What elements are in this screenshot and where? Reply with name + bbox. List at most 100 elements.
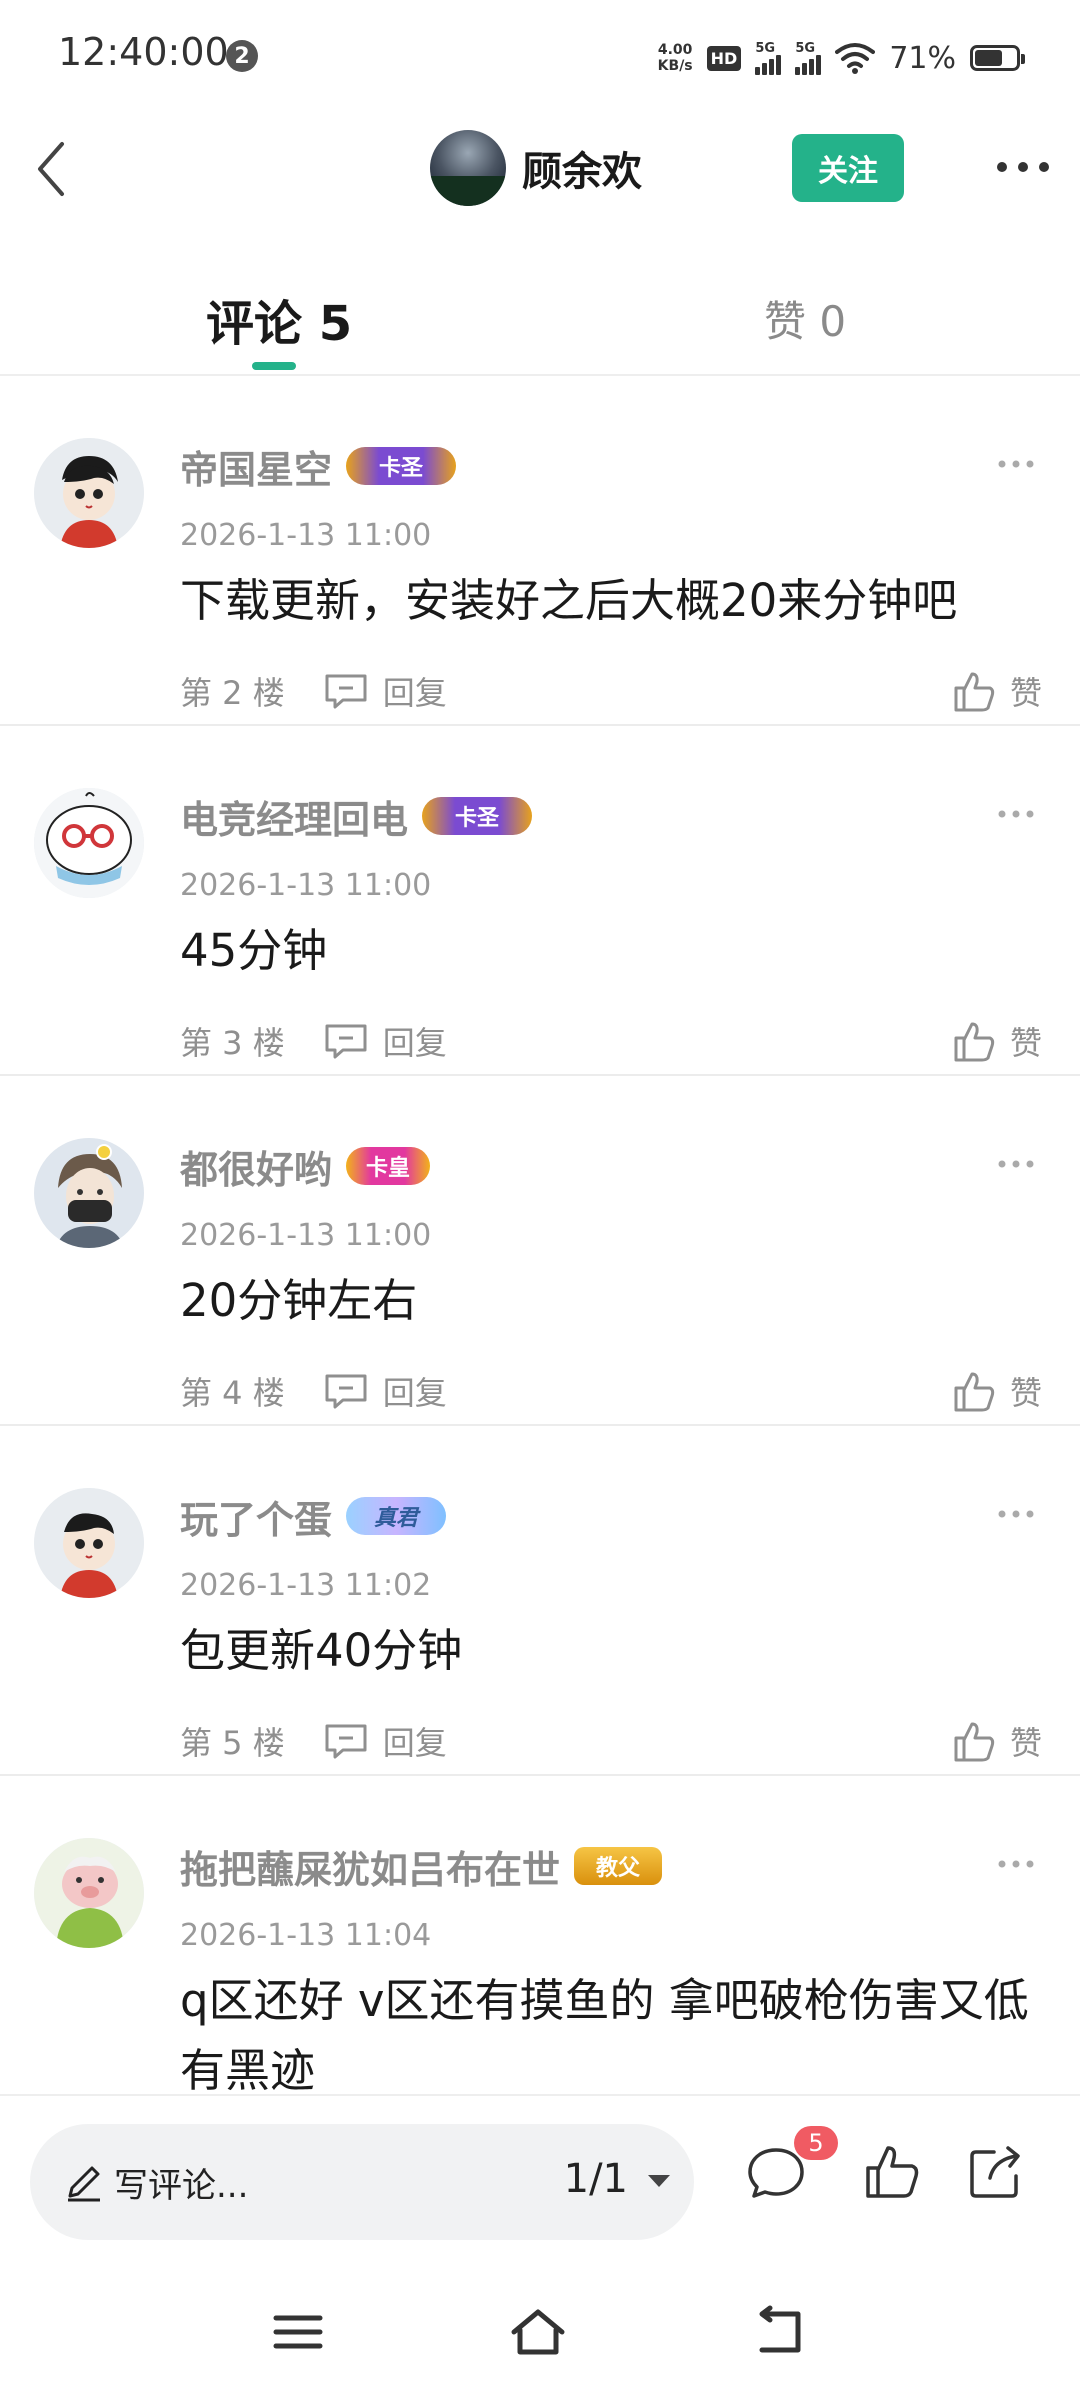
comment-text: 下载更新，安装好之后大概20来分钟吧 [180,574,958,627]
reply-button[interactable]: 回复 [323,1018,447,1064]
like-button[interactable]: 赞 [952,1368,1042,1414]
bottom-action-bar: 写评论... 1/1 5 [0,2094,1080,2266]
commenter-avatar[interactable] [34,1488,144,1598]
system-nav-bar [0,2264,1080,2400]
comment-count-badge: 5 [794,2126,838,2160]
reply-label: 回复 [382,1374,447,1412]
net-speed-value: 4.00 [657,42,693,58]
net-speed-unit: KB/s [657,58,693,74]
commenter-avatar[interactable] [34,1138,144,1248]
comment-item: 电竞经理回电 卡圣 2026-1-13 11:00 45分钟 第 3 楼 回复 … [0,726,1080,1076]
like-label: 赞 [1009,1024,1042,1062]
caret-down-icon[interactable] [646,2172,672,2190]
level-badge: 真君 [346,1497,447,1535]
like-label: 赞 [1009,1374,1042,1412]
net-speed: 4.00 KB/s [658,42,693,74]
signal-icon: 5G [755,41,782,75]
comment-time: 2026-1-13 11:00 [180,868,432,903]
comment-text: 45分钟 [180,924,328,977]
commenter-avatar[interactable] [34,438,144,548]
like-label: 赞 [1009,1724,1042,1762]
commenter-name[interactable]: 帝国星空 [180,439,332,494]
comment-more-icon[interactable] [998,1856,1034,1872]
level-badge: 卡圣 [422,797,533,835]
comment-input[interactable]: 写评论... 1/1 [30,2124,694,2240]
comment-time: 2026-1-13 11:00 [180,518,432,553]
author-name[interactable]: 顾余欢 [522,139,642,197]
floor-number: 第 2 楼 [180,674,285,712]
reply-label: 回复 [382,674,447,712]
notification-badge: 2 [226,40,258,72]
reply-button[interactable]: 回复 [323,1718,447,1764]
battery-fill [975,50,1003,66]
comment-time: 2026-1-13 11:00 [180,1218,432,1253]
floor-number: 第 3 楼 [180,1024,285,1062]
back-button[interactable] [22,134,82,204]
level-badge: 卡圣 [346,447,457,485]
comment-time: 2026-1-13 11:02 [180,1568,432,1603]
comment-item: 拖把蘸屎犹如吕布在世 教父 2026-1-13 11:04 q区还好 v区还有摸… [0,1776,1080,2092]
header: 顾余欢 关注 [0,116,1080,220]
like-label: 赞 [1009,674,1042,712]
share-icon[interactable] [964,2140,1028,2204]
home-icon[interactable] [508,2304,568,2360]
commenter-name[interactable]: 拖把蘸屎犹如吕布在世 [180,1839,560,1894]
reply-label: 回复 [382,1024,447,1062]
wifi-icon [835,43,876,74]
comment-more-icon[interactable] [998,1156,1034,1172]
status-time: 12:40:00 [58,30,229,74]
reply-icon [325,1724,367,1759]
page-indicator[interactable]: 1/1 [564,2156,628,2202]
reply-button[interactable]: 回复 [323,668,447,714]
tab-active-indicator [252,362,296,370]
tab-bar: 评论 5 赞 0 [0,260,1080,376]
thumbs-up-icon [954,672,995,712]
comment-more-icon[interactable] [998,456,1034,472]
reply-label: 回复 [382,1724,447,1762]
commenter-name[interactable]: 都很好哟 [180,1139,332,1194]
level-badge: 教父 [574,1847,663,1885]
tab-comments[interactable]: 评论 5 [206,284,352,354]
menu-icon[interactable] [268,2304,328,2360]
reply-button[interactable]: 回复 [323,1368,447,1414]
signal-icon: 5G [795,41,822,75]
tab-likes[interactable]: 赞 0 [764,288,846,349]
back-nav-icon[interactable] [750,2304,810,2360]
comment-list[interactable]: 帝国星空 卡圣 2026-1-13 11:00 下载更新，安装好之后大概20来分… [0,376,1080,2092]
comment-input-placeholder: 写评论... [114,2166,249,2206]
comment-text: 包更新40分钟 [180,1624,463,1677]
like-button[interactable]: 赞 [952,1018,1042,1064]
commenter-avatar[interactable] [34,788,144,898]
status-bar: 12:40:00 2 4.00 KB/s HD 5G 5G 71% [0,0,1080,116]
author-info[interactable]: 顾余欢 [430,128,642,208]
comment-time: 2026-1-13 11:04 [180,1918,432,1953]
thumbs-up-icon[interactable] [860,2140,924,2204]
battery-percent: 71% [889,40,956,76]
signal-label: 5G [795,41,816,56]
commenter-name[interactable]: 玩了个蛋 [180,1489,332,1544]
comment-text: q区还好 v区还有摸鱼的 拿吧破枪伤害又低有黑迹 [180,1974,1029,2092]
thumbs-up-icon [954,1372,995,1412]
thumbs-up-icon [954,1722,995,1762]
commenter-avatar[interactable] [34,1838,144,1948]
comment-item: 都很好哟 卡皇 2026-1-13 11:00 20分钟左右 第 4 楼 回复 … [0,1076,1080,1426]
author-avatar[interactable] [430,130,506,206]
like-button[interactable]: 赞 [952,668,1042,714]
comment-item: 帝国星空 卡圣 2026-1-13 11:00 下载更新，安装好之后大概20来分… [0,376,1080,726]
pen-icon [68,2166,100,2202]
comment-text: 20分钟左右 [180,1274,418,1327]
reply-icon [325,1374,367,1409]
more-options-icon[interactable] [996,152,1050,182]
comment-item: 玩了个蛋 真君 2026-1-13 11:02 包更新40分钟 第 5 楼 回复… [0,1426,1080,1776]
commenter-name[interactable]: 电竞经理回电 [180,789,408,844]
reply-icon [325,674,367,709]
signal-label: 5G [755,41,776,56]
comment-more-icon[interactable] [998,1506,1034,1522]
thumbs-up-icon [954,1022,995,1062]
battery-icon [970,45,1025,71]
follow-button[interactable]: 关注 [792,134,904,202]
floor-number: 第 5 楼 [180,1724,285,1762]
like-button[interactable]: 赞 [952,1718,1042,1764]
comment-more-icon[interactable] [998,806,1034,822]
level-badge: 卡皇 [346,1147,431,1185]
